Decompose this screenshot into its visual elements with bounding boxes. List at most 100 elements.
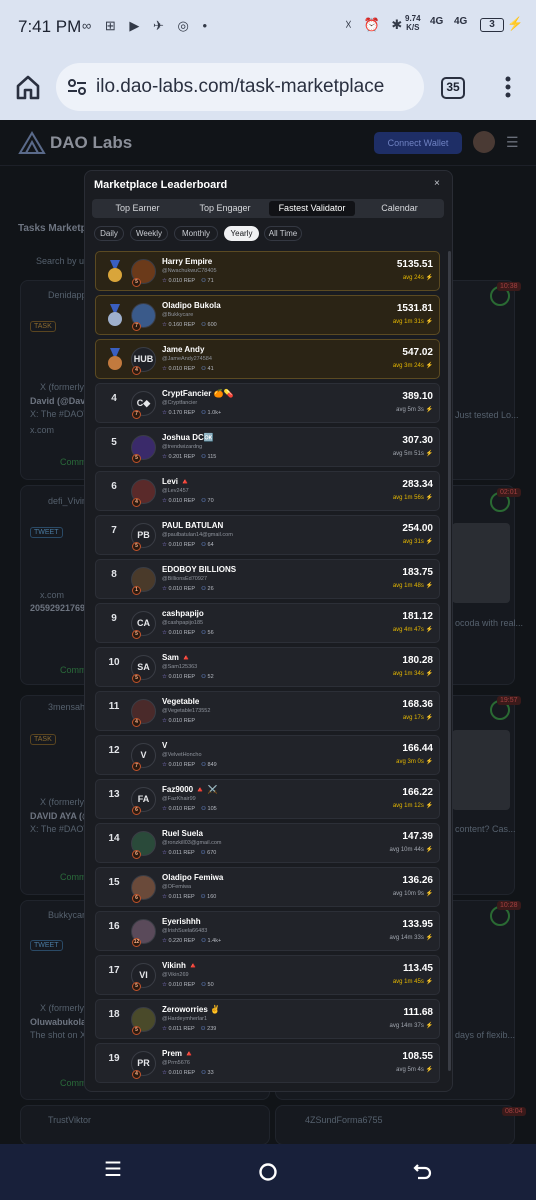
period-monthly[interactable]: Monthly [174, 226, 218, 241]
more-menu-icon[interactable] [505, 76, 511, 98]
avatar[interactable]: 7 [131, 303, 156, 331]
rank-number: 9 [111, 613, 117, 624]
bg-username: TrustViktor [48, 1115, 92, 1125]
avg-time: avg 1m 45s ⚡ [392, 979, 433, 985]
user-name[interactable]: Zeroworries ✌️ [162, 1005, 220, 1014]
scrollbar[interactable] [448, 251, 451, 1071]
user-name[interactable]: V [162, 741, 167, 750]
user-name[interactable]: EDOBOY BILLIONS [162, 565, 236, 574]
site-settings-icon[interactable] [66, 77, 88, 97]
tab-top-engager[interactable]: Top Engager [183, 201, 267, 216]
avatar[interactable]: C◆ 7 [131, 391, 156, 419]
user-name[interactable]: Oladipo Bukola [162, 301, 221, 310]
avatar[interactable]: VI 5 [131, 963, 156, 991]
avatar[interactable]: 5 [131, 259, 156, 287]
user-name[interactable]: Jame Andy [162, 345, 204, 354]
tweet-tag: TWEET [30, 527, 63, 538]
user-name[interactable]: Ruel Suela [162, 829, 203, 838]
bg-snippet: Comm [60, 1078, 87, 1088]
tab-top-earner[interactable]: Top Earner [94, 201, 181, 216]
leaderboard-row[interactable]: 8 1 EDOBOY BILLIONS @BillionsEd70927 ☆ 0.010… [95, 559, 440, 599]
leaderboard-row[interactable]: 19 PR 4 Prem 🔺 @Prm5676 ☆ 0.010 REP ⚇ 33 108.55… [95, 1043, 440, 1083]
leaderboard-row[interactable]: 7 Oladipo Bukola @Bukkycare ☆ 0.160 REP ⚇ 60… [95, 295, 440, 335]
leaderboard-row[interactable]: 12 V 7 V @VelvetHoncho ☆ 0.010 REP ⚇ 849 166.44… [95, 735, 440, 775]
user-name[interactable]: Prem 🔺 [162, 1049, 194, 1058]
user-name[interactable]: cashpapijo [162, 609, 204, 618]
tab-calendar[interactable]: Calendar [357, 201, 442, 216]
leaderboard-row[interactable]: 15 6 Oladipo Femiwa @OFemiwa ☆ 0.011 REP ⚇ 16… [95, 867, 440, 907]
user-name[interactable]: Sam 🔺 [162, 653, 191, 662]
user-name[interactable]: Levi 🔺 [162, 477, 190, 486]
avatar[interactable]: 12 [131, 919, 156, 947]
leaderboard-row[interactable]: 16 12 Eyerishhh @IrishSuela66483 ☆ 0.220 REP… [95, 911, 440, 951]
avatar[interactable]: PB 5 [131, 523, 156, 551]
user-name[interactable]: Oladipo Femiwa [162, 873, 223, 882]
tab-fastest-validator[interactable]: Fastest Validator [269, 201, 355, 216]
score-value: 183.75 [402, 567, 433, 578]
leaderboard-row[interactable]: 5 5 Joshua DC🆗 @trendwizardng ☆ 0.201 REP ⚇ 1… [95, 427, 440, 467]
avatar[interactable]: 5 [131, 1007, 156, 1035]
bg-snippet: DAVID AYA (@ [30, 811, 91, 821]
period-all-time[interactable]: All Time [264, 226, 302, 241]
avatar[interactable]: 4 [131, 479, 156, 507]
period-weekly[interactable]: Weekly [130, 226, 168, 241]
user-name[interactable]: CryptFancier 🍊💊 [162, 389, 234, 398]
leaderboard-row[interactable]: 14 6 Ruel Suela @ronzkill03@gmail.com ☆ 0.01… [95, 823, 440, 863]
tab-switcher-button[interactable]: 35 [441, 77, 465, 99]
leaderboard-row[interactable]: 6 4 Levi 🔺 @Lev2457 ☆ 0.010 REP ⚇ 70 283.34 avg… [95, 471, 440, 511]
leaderboard-row[interactable]: 5 Harry Empire @NwachukwuC78405 ☆ 0.010 REP… [95, 251, 440, 291]
close-icon[interactable]: × [434, 178, 440, 189]
home-icon[interactable] [258, 1162, 278, 1182]
search-input[interactable]: Search by u [36, 256, 84, 266]
leaderboard-row[interactable]: 10 SA 5 Sam 🔺 @Sam125363 ☆ 0.010 REP ⚇ 52 180.2… [95, 647, 440, 687]
user-name[interactable]: PAUL BATULAN [162, 521, 223, 530]
level-badge: 5 [132, 630, 141, 639]
user-name[interactable]: Vikinh 🔺 [162, 961, 198, 970]
user-name[interactable]: Eyerishhh [162, 917, 201, 926]
connect-wallet-button[interactable]: Connect Wallet [374, 132, 462, 154]
avatar[interactable]: 6 [131, 831, 156, 859]
leaderboard-row[interactable]: 13 FA 6 Faz9000 🔺 ⚔️ @FazKhair99 ☆ 0.010 REP ⚇… [95, 779, 440, 819]
rep-value: 0.010 REP [168, 982, 196, 988]
avatar[interactable]: 6 [131, 875, 156, 903]
leaderboard-row[interactable]: 17 VI 5 Vikinh 🔺 @Vikin269 ☆ 0.010 REP ⚇ 50 113… [95, 955, 440, 995]
level-badge: 5 [132, 1026, 141, 1035]
user-stats: ☆ 0.220 REP ⚇ 1.4k+ [162, 938, 221, 944]
bg-snippet: Comm [60, 872, 87, 882]
user-name[interactable]: Joshua DC🆗 [162, 433, 214, 442]
avatar[interactable]: 4 [131, 699, 156, 727]
period-daily[interactable]: Daily [94, 226, 124, 241]
avatar[interactable] [473, 131, 495, 153]
avatar[interactable]: SA 5 [131, 655, 156, 683]
leaderboard-row[interactable]: 11 4 Vegetable @Vegetable173552 ☆ 0.010 REP 1… [95, 691, 440, 731]
leaderboard-row[interactable]: 9 CA 5 cashpapijo @cashpapijo185 ☆ 0.010 REP ⚇… [95, 603, 440, 643]
avatar[interactable]: PR 4 [131, 1051, 156, 1079]
thumbnail [452, 730, 510, 810]
avatar[interactable]: FA 6 [131, 787, 156, 815]
avg-time: avg 5m 4s ⚡ [396, 1067, 433, 1073]
leaderboard-row[interactable]: HUB 4 Jame Andy @JameAndy274584 ☆ 0.010 REP ⚇… [95, 339, 440, 379]
rank-number: 12 [108, 745, 120, 756]
user-name[interactable]: Vegetable [162, 697, 199, 706]
user-stats: ☆ 0.011 REP ⚇ 239 [162, 1026, 216, 1032]
user-name[interactable]: Harry Empire [162, 257, 212, 266]
back-icon[interactable] [413, 1161, 433, 1181]
avatar[interactable]: 1 [131, 567, 156, 595]
leaderboard-row[interactable]: 7 PB 5 PAUL BATULAN @paulbatulan14@gmail.com… [95, 515, 440, 555]
avatar[interactable]: HUB 4 [131, 347, 156, 375]
leaderboard-row[interactable]: 18 5 Zeroworries ✌️ @Hardeymherlar1 ☆ 0.011 … [95, 999, 440, 1039]
hamburger-icon[interactable]: ☰ [506, 134, 519, 151]
avatar[interactable]: 5 [131, 435, 156, 463]
leaderboard-row[interactable]: 4 C◆ 7 CryptFancier 🍊💊 @Cryptfancier ☆ 0.170 … [95, 383, 440, 423]
score-value: 389.10 [402, 391, 433, 402]
home-icon[interactable] [14, 73, 42, 101]
avatar[interactable]: CA 5 [131, 611, 156, 639]
user-stats: ☆ 0.010 REP ⚇ 105 [162, 806, 217, 812]
score-value: 166.44 [402, 743, 433, 754]
leaderboard-list[interactable]: 5 Harry Empire @NwachukwuC78405 ☆ 0.010 REP… [95, 251, 443, 1091]
address-bar[interactable]: ilo.dao-labs.com/task-marketplace [56, 63, 424, 111]
user-name[interactable]: Faz9000 🔺 ⚔️ [162, 785, 218, 794]
recents-icon[interactable]: ☰ [104, 1157, 122, 1182]
avatar[interactable]: V7 [131, 743, 156, 771]
period-yearly[interactable]: Yearly [224, 226, 259, 241]
